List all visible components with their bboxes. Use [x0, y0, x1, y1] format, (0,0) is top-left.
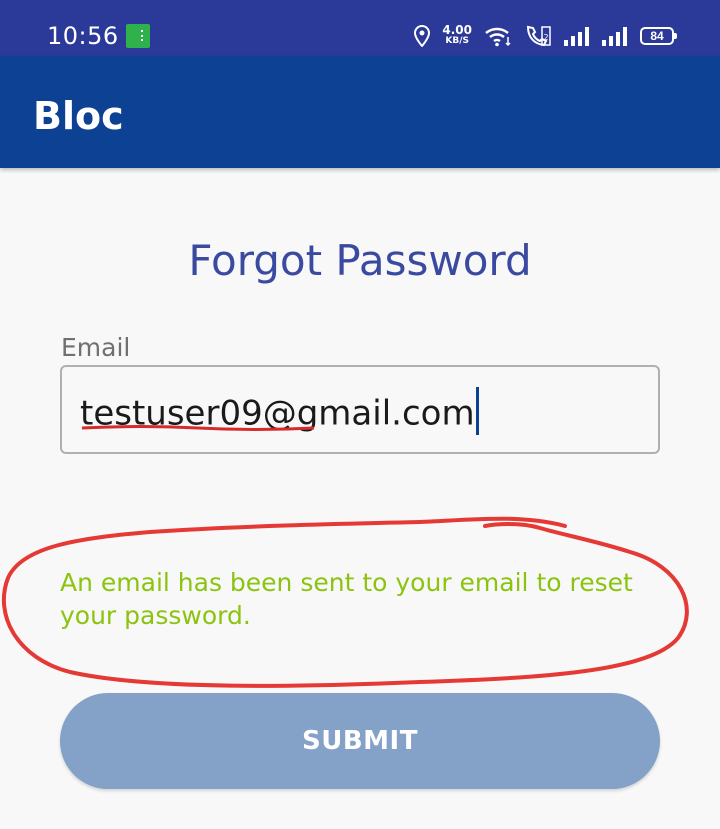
status-bar: 10:56 4.00 KB/S 2 84 [0, 0, 720, 56]
battery-icon: 84 [640, 27, 677, 45]
wifi-icon [484, 25, 512, 47]
spellcheck-underline [82, 425, 314, 431]
status-time: 10:56 [47, 22, 119, 50]
status-icons: 4.00 KB/S 2 84 [414, 22, 677, 50]
email-label: Email [61, 333, 131, 362]
app-title: Bloc [33, 94, 124, 138]
network-speed-value: 4.00 [442, 23, 472, 37]
email-field[interactable]: testuser09@gmail.com [60, 365, 660, 454]
email-input-text[interactable]: testuser09@gmail.com [80, 387, 479, 439]
text-cursor [475, 387, 479, 435]
success-message: An email has been sent to your email to … [60, 568, 633, 630]
volte-call-icon: 2 [524, 24, 552, 48]
signal-icon [602, 26, 628, 46]
network-speed: 4.00 KB/S [442, 23, 472, 47]
battery-level: 84 [650, 29, 664, 43]
submit-button[interactable]: SUBMIT [60, 693, 660, 789]
location-icon [414, 24, 431, 48]
network-speed-unit: KB/S [445, 36, 469, 46]
sim-icon [126, 24, 150, 48]
app-bar: Bloc [0, 56, 720, 168]
svg-text:2: 2 [543, 33, 548, 42]
signal-icon [564, 26, 590, 46]
page-title: Forgot Password [188, 236, 532, 285]
